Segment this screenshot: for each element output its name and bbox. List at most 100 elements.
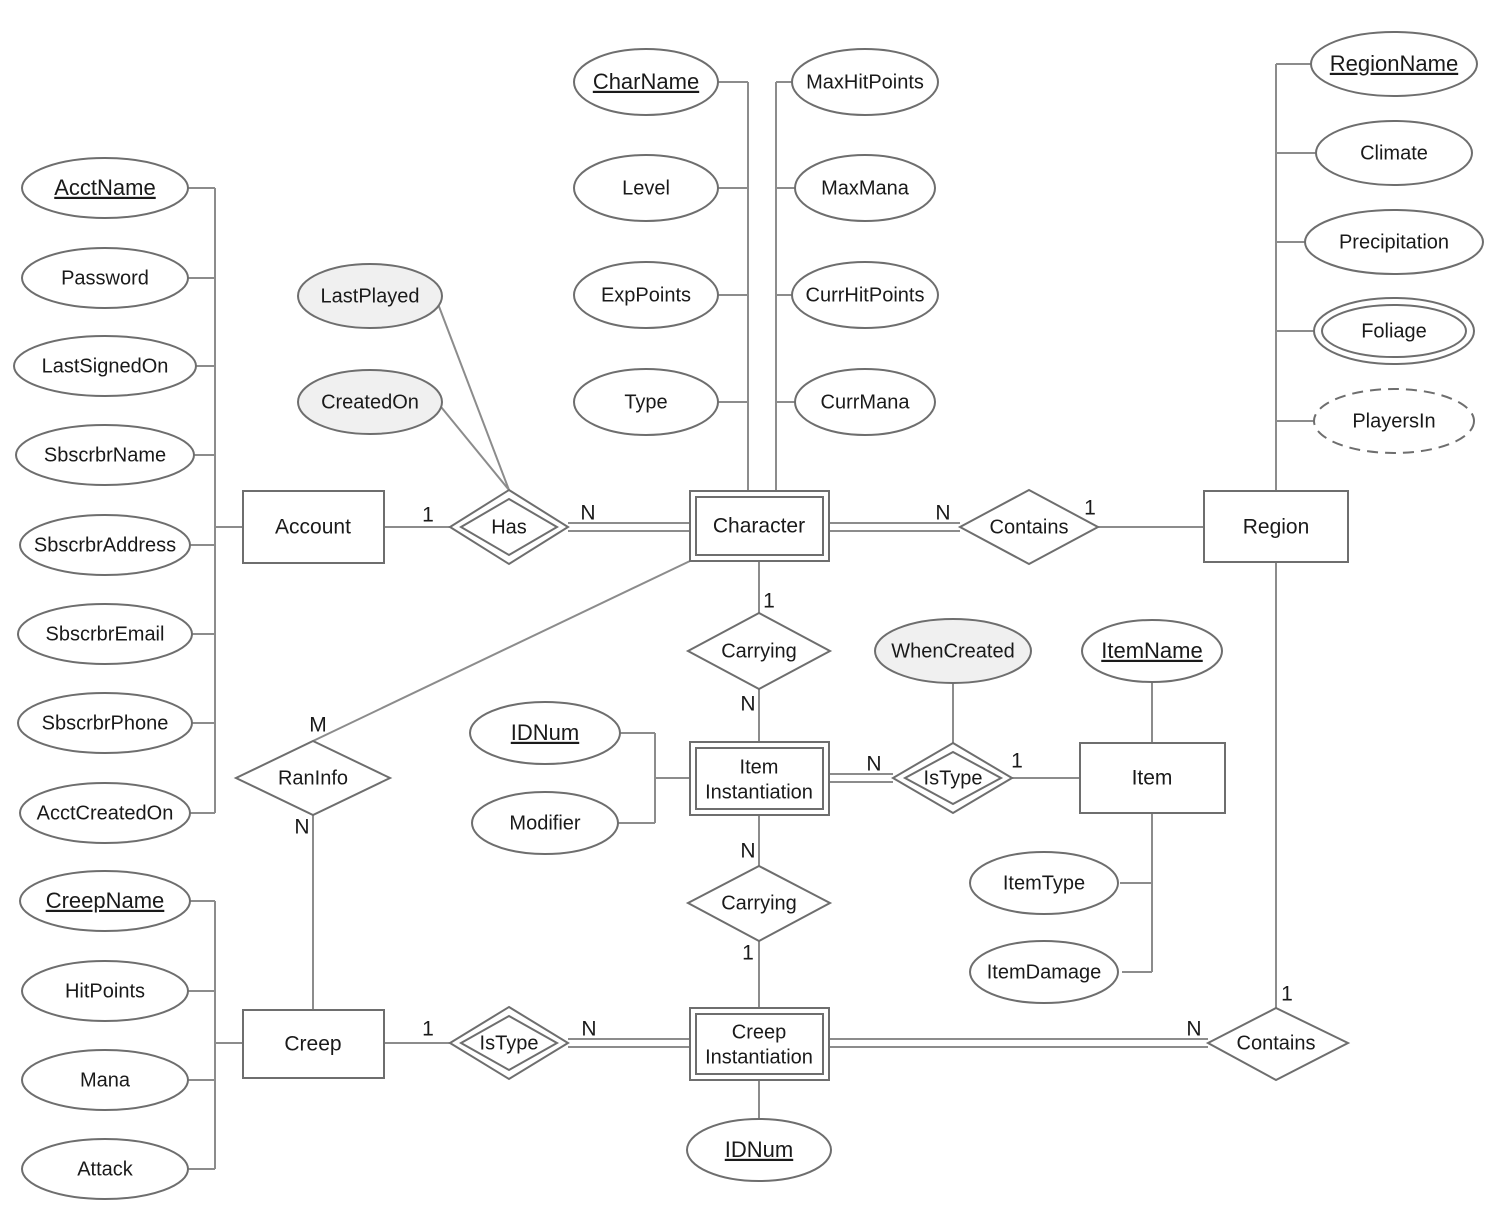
attribute-label: Modifier bbox=[509, 812, 580, 834]
relationship-label: Contains bbox=[1237, 1032, 1316, 1054]
cardinality-iteminst-istype: N bbox=[866, 753, 881, 776]
attribute-creepname[interactable]: CreepName bbox=[19, 870, 191, 932]
entity-label: Region bbox=[1243, 516, 1310, 539]
attribute-currhitpoints[interactable]: CurrHitPoints bbox=[791, 261, 939, 329]
attribute-lastsignedon[interactable]: LastSignedOn bbox=[13, 335, 197, 397]
attribute-label: MaxHitPoints bbox=[806, 71, 924, 93]
attribute-label: ExpPoints bbox=[601, 284, 691, 306]
attr-group-creep: CreepName HitPoints Mana Attack bbox=[19, 870, 191, 1200]
er-diagram-canvas: AcctName Password LastSignedOn SbscrbrNa… bbox=[0, 0, 1500, 1228]
attribute-label: Climate bbox=[1360, 142, 1428, 164]
attribute-attack[interactable]: Attack bbox=[21, 1138, 189, 1200]
attribute-label: SbscrbrPhone bbox=[42, 712, 169, 734]
cardinality-contains-region: 1 bbox=[1084, 497, 1096, 520]
entity-item[interactable]: Item bbox=[1079, 742, 1226, 814]
relationship-istype-item[interactable]: IsType bbox=[891, 741, 1014, 815]
relationship-label: Contains bbox=[990, 516, 1069, 538]
relationship-contains-top[interactable]: Contains bbox=[957, 488, 1101, 566]
attribute-foliage[interactable]: Foliage bbox=[1313, 297, 1475, 365]
attribute-whencreated[interactable]: WhenCreated bbox=[874, 618, 1032, 684]
attribute-lastplayed[interactable]: LastPlayed bbox=[297, 263, 443, 329]
relationship-has[interactable]: Has bbox=[448, 488, 570, 566]
cardinality-has-character: N bbox=[580, 502, 595, 525]
relationship-contains-bottom[interactable]: Contains bbox=[1205, 1006, 1351, 1082]
attribute-label: MaxMana bbox=[821, 177, 910, 199]
attribute-password[interactable]: Password bbox=[21, 247, 189, 309]
attribute-exppoints[interactable]: ExpPoints bbox=[573, 261, 719, 329]
cardinality-iteminst-carrying: N bbox=[740, 840, 755, 863]
cardinality-carrying-iteminst: N bbox=[740, 693, 755, 716]
line-lastplayed-has bbox=[434, 295, 510, 491]
attribute-label: ItemDamage bbox=[987, 961, 1102, 983]
attribute-label: ItemName bbox=[1101, 638, 1202, 663]
attribute-label: Password bbox=[61, 267, 149, 289]
attribute-label: AcctName bbox=[54, 175, 155, 200]
attribute-label: RegionName bbox=[1330, 51, 1458, 76]
line-createdon-has bbox=[436, 401, 510, 491]
entity-creep[interactable]: Creep bbox=[242, 1009, 385, 1079]
attribute-level[interactable]: Level bbox=[573, 154, 719, 222]
entity-account[interactable]: Account bbox=[242, 490, 385, 564]
attribute-label: Mana bbox=[80, 1069, 131, 1091]
attribute-label: CurrMana bbox=[821, 391, 911, 413]
attribute-label: SbscrbrName bbox=[44, 444, 166, 466]
attribute-currmana[interactable]: CurrMana bbox=[794, 368, 936, 436]
entity-item-instantiation[interactable]: Item Instantiation bbox=[689, 741, 830, 816]
entity-label: Creep bbox=[284, 1033, 341, 1056]
relationship-label: IsType bbox=[480, 1032, 539, 1054]
attribute-label: Precipitation bbox=[1339, 231, 1449, 253]
relationship-label: Carrying bbox=[721, 640, 797, 662]
attribute-mana[interactable]: Mana bbox=[21, 1049, 189, 1111]
attribute-maxmana[interactable]: MaxMana bbox=[794, 154, 936, 222]
entity-character[interactable]: Character bbox=[689, 490, 830, 562]
attribute-acctcreatedon[interactable]: AcctCreatedOn bbox=[19, 782, 191, 844]
attribute-itemname[interactable]: ItemName bbox=[1081, 619, 1223, 683]
entity-creep-instantiation[interactable]: Creep Instantiation bbox=[689, 1007, 830, 1081]
attribute-regionname[interactable]: RegionName bbox=[1310, 31, 1478, 97]
relationship-istype-creep[interactable]: IsType bbox=[448, 1005, 570, 1081]
attribute-charname[interactable]: CharName bbox=[573, 48, 719, 116]
entity-label-line2: Instantiation bbox=[705, 1046, 813, 1068]
attribute-acctname[interactable]: AcctName bbox=[21, 157, 189, 219]
attribute-label: CurrHitPoints bbox=[806, 284, 925, 306]
attribute-sbscrbraddress[interactable]: SbscrbrAddress bbox=[19, 514, 191, 576]
relationship-raninfo[interactable]: RanInfo bbox=[233, 739, 393, 817]
attribute-label: IDNum bbox=[511, 720, 579, 745]
entity-label: Account bbox=[275, 516, 351, 539]
cardinality-character-contains: N bbox=[935, 502, 950, 525]
attribute-label: LastPlayed bbox=[321, 285, 420, 307]
relationship-label: Has bbox=[491, 516, 527, 538]
entity-label-line1: Item bbox=[740, 756, 779, 778]
cardinality-creep-istype: 1 bbox=[422, 1018, 434, 1041]
attribute-createdon[interactable]: CreatedOn bbox=[297, 369, 443, 435]
attr-group-has: LastPlayed CreatedOn bbox=[297, 263, 443, 435]
relationship-label: IsType bbox=[924, 767, 983, 789]
attribute-iteminst-idnum[interactable]: IDNum bbox=[469, 701, 621, 765]
attribute-creepinst-idnum[interactable]: IDNum bbox=[686, 1118, 832, 1182]
attribute-precipitation[interactable]: Precipitation bbox=[1304, 209, 1484, 275]
er-diagram-svg: AcctName Password LastSignedOn SbscrbrNa… bbox=[13, 31, 1484, 1200]
attribute-label: WhenCreated bbox=[891, 640, 1014, 662]
entity-region[interactable]: Region bbox=[1203, 490, 1349, 563]
attribute-sbscrbrname[interactable]: SbscrbrName bbox=[15, 424, 195, 486]
entity-label: Character bbox=[713, 515, 805, 538]
attribute-sbscrbremail[interactable]: SbscrbrEmail bbox=[17, 603, 193, 665]
attribute-climate[interactable]: Climate bbox=[1315, 120, 1473, 186]
attribute-label: AcctCreatedOn bbox=[37, 802, 174, 824]
attribute-sbscrbrphone[interactable]: SbscrbrPhone bbox=[17, 692, 193, 754]
relationship-carrying-item[interactable]: Carrying bbox=[685, 864, 833, 943]
attribute-label: IDNum bbox=[725, 1137, 793, 1162]
attribute-playersin[interactable]: PlayersIn bbox=[1313, 388, 1475, 454]
attribute-type[interactable]: Type bbox=[573, 368, 719, 436]
relationship-carrying-character[interactable]: Carrying bbox=[685, 611, 833, 691]
attribute-hitpoints[interactable]: HitPoints bbox=[21, 960, 189, 1022]
entity-label: Item bbox=[1132, 767, 1173, 790]
attribute-itemdamage[interactable]: ItemDamage bbox=[969, 940, 1119, 1004]
attr-group-account: AcctName Password LastSignedOn SbscrbrNa… bbox=[13, 157, 197, 844]
attribute-itemtype[interactable]: ItemType bbox=[969, 851, 1119, 915]
attribute-modifier[interactable]: Modifier bbox=[471, 791, 619, 855]
relationship-label: Carrying bbox=[721, 892, 797, 914]
attribute-label: PlayersIn bbox=[1352, 410, 1435, 432]
attribute-maxhitpoints[interactable]: MaxHitPoints bbox=[791, 48, 939, 116]
cardinality-creepinst-contains: N bbox=[1186, 1018, 1201, 1041]
